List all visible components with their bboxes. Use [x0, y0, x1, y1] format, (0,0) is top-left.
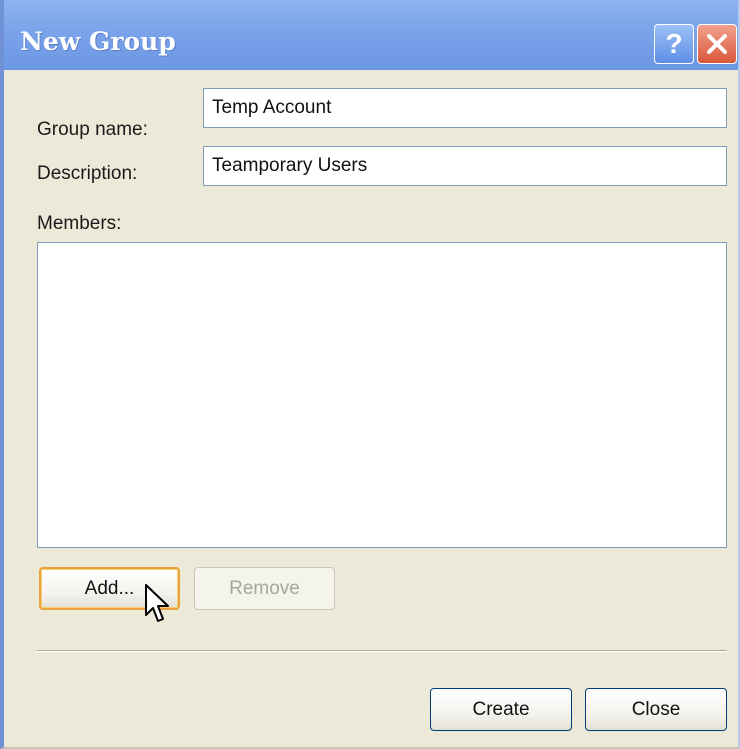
- group-name-value: Temp Account: [212, 97, 332, 118]
- new-group-dialog: New Group ? Group name: Temp Account Des…: [0, 0, 740, 749]
- create-button-label: Create: [472, 698, 530, 720]
- title-bar[interactable]: New Group ?: [4, 0, 738, 70]
- group-name-field[interactable]: Temp Account: [203, 88, 727, 128]
- remove-button-label: Remove: [229, 577, 300, 599]
- description-label: Description:: [37, 163, 138, 184]
- separator-line: [37, 650, 727, 652]
- description-value: Teamporary Users: [212, 155, 368, 176]
- close-button[interactable]: Close: [585, 688, 727, 731]
- close-icon: [707, 34, 727, 54]
- remove-button[interactable]: Remove: [194, 567, 335, 610]
- help-icon: ?: [665, 28, 683, 59]
- members-list[interactable]: [37, 242, 727, 548]
- help-button[interactable]: ?: [654, 24, 694, 64]
- close-button-label: Close: [631, 698, 681, 720]
- group-name-label: Group name:: [37, 119, 148, 140]
- add-button-label: Add...: [84, 577, 135, 599]
- dialog-title: New Group: [20, 27, 176, 56]
- description-field[interactable]: Teamporary Users: [203, 146, 727, 186]
- create-button[interactable]: Create: [430, 688, 572, 731]
- close-window-button[interactable]: [697, 24, 737, 64]
- members-label: Members:: [37, 213, 122, 234]
- add-button[interactable]: Add...: [39, 567, 180, 610]
